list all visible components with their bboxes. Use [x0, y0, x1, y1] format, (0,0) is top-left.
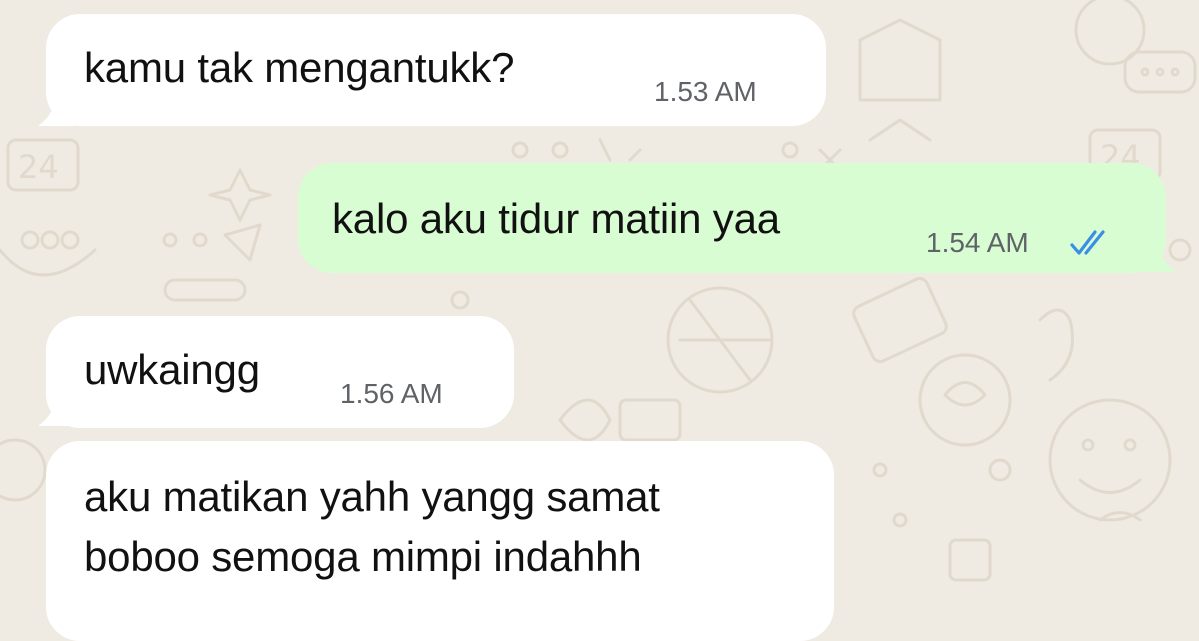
message-text: kalo aku tidur matiin yaa — [332, 195, 780, 242]
message-timestamp: 1.53 AM — [654, 76, 757, 107]
svg-text:24: 24 — [18, 148, 59, 186]
message-text: uwkaingg — [84, 346, 260, 393]
incoming-message-bubble[interactable]: kamu tak mengantukk? 1.53 AM — [46, 14, 826, 126]
message-timestamp: 1.54 AM — [926, 227, 1029, 258]
double-check-icon — [1070, 230, 1105, 255]
message-timestamp: 1.56 AM — [340, 378, 443, 409]
incoming-message-bubble[interactable]: aku matikan yahh yangg samat boboo semog… — [46, 441, 834, 641]
message-text-line: boboo semoga mimpi indahhh — [84, 533, 642, 580]
message-text: kamu tak mengantukk? — [84, 44, 515, 91]
incoming-message-bubble[interactable]: uwkaingg 1.56 AM — [46, 316, 514, 428]
message-text-line: aku matikan yahh yangg samat — [84, 473, 660, 520]
outgoing-message-bubble[interactable]: kalo aku tidur matiin yaa 1.54 AM — [298, 163, 1166, 273]
